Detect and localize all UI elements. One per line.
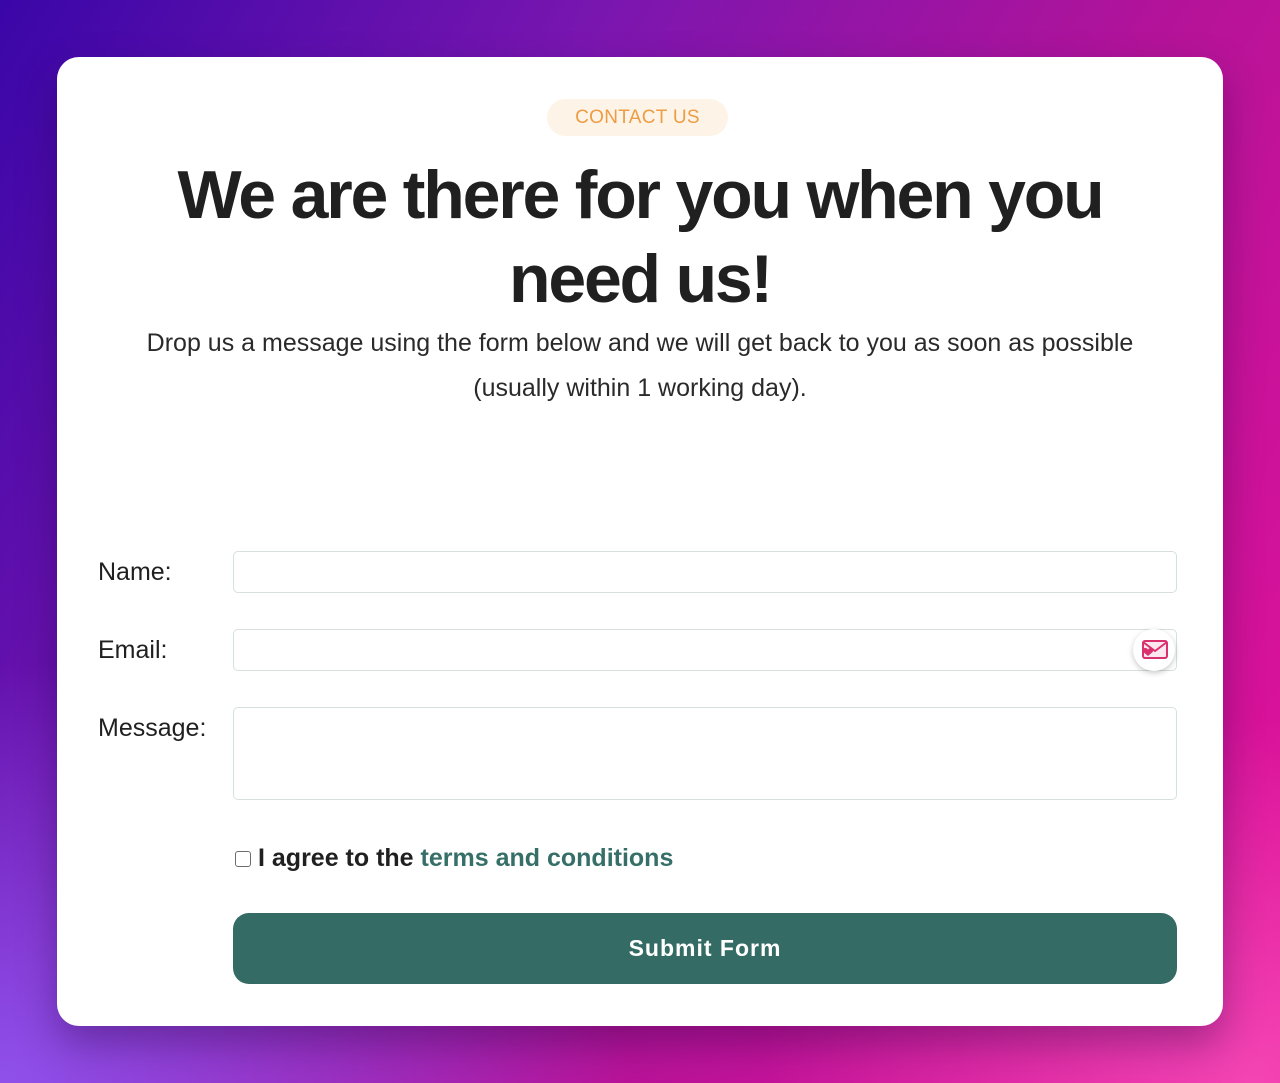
name-label: Name:: [98, 558, 172, 586]
email-extension-badge[interactable]: [1133, 629, 1175, 671]
name-input[interactable]: [233, 551, 1177, 593]
email-input[interactable]: [233, 629, 1177, 671]
contact-card: CONTACT US We are there for you when you…: [57, 57, 1223, 1026]
agree-label: I agree to the: [258, 844, 421, 872]
agree-checkbox[interactable]: [235, 850, 251, 867]
message-label: Message:: [98, 714, 207, 742]
page-title: We are there for you when you need us!: [177, 157, 1105, 317]
terms-agreement: I agree to the terms and conditions: [235, 844, 673, 873]
page-description: Drop us a message using the form below a…: [146, 329, 1134, 402]
mail-heart-icon: [1142, 640, 1168, 659]
terms-link[interactable]: terms and conditions: [421, 844, 674, 873]
submit-button[interactable]: Submit Form: [233, 913, 1177, 984]
contact-us-pill: CONTACT US: [547, 99, 728, 136]
message-textarea[interactable]: [233, 707, 1177, 800]
email-label: Email:: [98, 636, 168, 664]
